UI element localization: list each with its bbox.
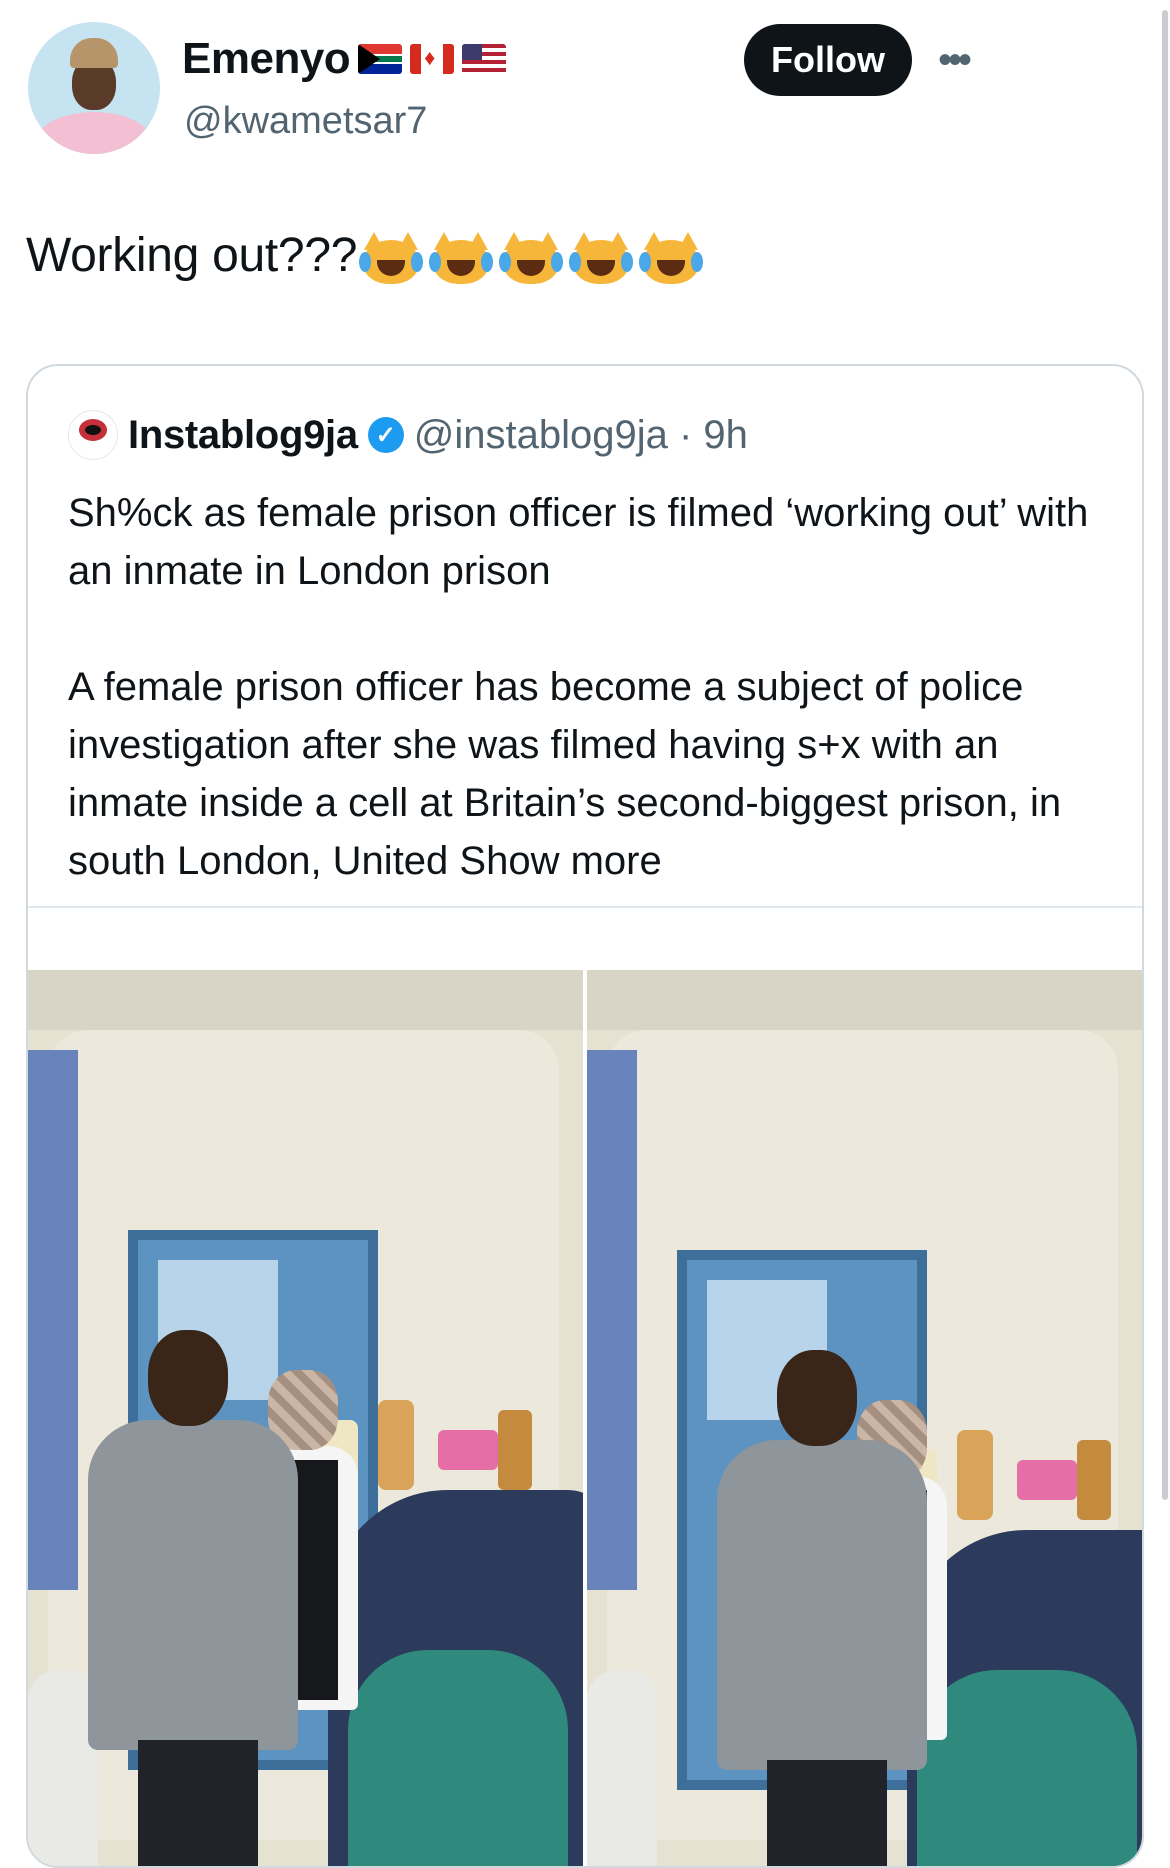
cat-tears-of-joy-icon: [429, 232, 494, 285]
flag-south-africa-icon: [358, 44, 403, 74]
quoted-handle-time[interactable]: @instablog9ja · 9h: [414, 413, 748, 458]
cat-tears-of-joy-icon: [359, 232, 424, 285]
cat-tears-of-joy-icon: [639, 232, 704, 285]
quoted-headline: Sh%ck as female prison officer is filmed…: [68, 491, 1089, 593]
author-name[interactable]: Emenyo: [182, 34, 351, 84]
show-more-link[interactable]: Show more: [459, 839, 661, 883]
quoted-body-paragraph: A female prison officer has become a sub…: [68, 658, 1118, 890]
tweet-text: Working out???: [26, 228, 704, 285]
author-handle[interactable]: @kwametsar7: [184, 100, 427, 143]
follow-button[interactable]: Follow: [744, 24, 912, 96]
scrollbar[interactable]: [1158, 0, 1170, 1833]
media-image-left[interactable]: [28, 970, 583, 1866]
quoted-tweet-header: Instablog9ja ✓ @instablog9ja · 9h: [68, 410, 748, 460]
cat-tears-of-joy-icon: [569, 232, 634, 285]
divider: [28, 906, 1142, 908]
flag-canada-icon: [410, 44, 455, 74]
tweet-text-content: Working out???: [26, 229, 358, 282]
scrollbar-thumb[interactable]: [1162, 10, 1168, 1500]
author-avatar[interactable]: [28, 22, 160, 154]
quoted-author-avatar[interactable]: [68, 410, 118, 460]
verified-badge-icon: ✓: [367, 417, 404, 453]
flag-usa-icon: [462, 44, 507, 74]
more-options-icon[interactable]: •••: [938, 40, 972, 80]
quoted-media[interactable]: [28, 970, 1142, 1866]
tweet-header: Emenyo @kwametsar7 Follow •••: [26, 22, 1136, 162]
author-name-row: Emenyo: [182, 34, 507, 84]
quoted-author-name[interactable]: Instablog9ja: [128, 413, 358, 458]
cat-tears-of-joy-icon: [499, 232, 564, 285]
quoted-tweet-card[interactable]: Instablog9ja ✓ @instablog9ja · 9h Sh%ck …: [26, 364, 1144, 1868]
emoji-row: [359, 232, 704, 285]
media-image-right[interactable]: [587, 970, 1142, 1866]
quoted-tweet-text: Sh%ck as female prison officer is filmed…: [68, 484, 1118, 948]
